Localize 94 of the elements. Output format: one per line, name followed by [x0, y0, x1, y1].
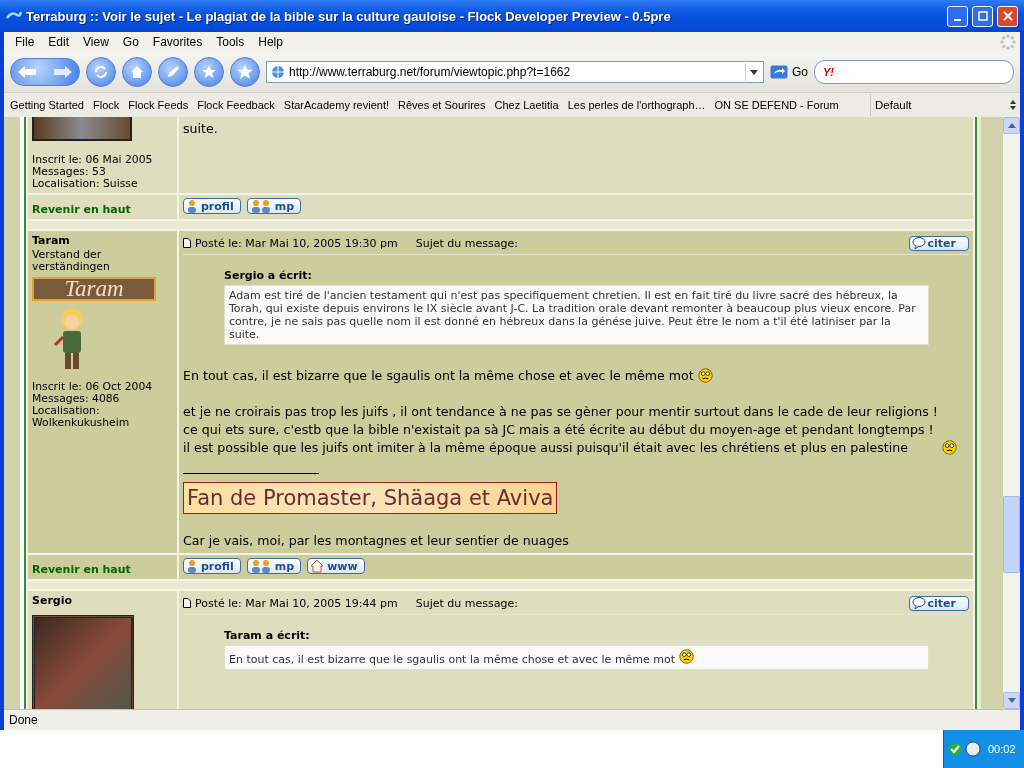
user-info: Localisation: Suisse — [32, 178, 139, 190]
maximize-icon — [977, 11, 988, 21]
bookmark-link[interactable]: Flock — [93, 99, 120, 111]
user-info: Inscrit le: 06 Mai 2005 — [32, 154, 154, 166]
menu-item[interactable]: Edit — [41, 35, 77, 49]
bookmark-link[interactable]: Les perles de l'orthograph… — [567, 99, 706, 111]
bookmark-link[interactable]: Rêves et Sourires — [398, 99, 486, 111]
pen-icon — [165, 64, 181, 80]
author-name: Taram — [32, 234, 71, 247]
star-icon — [236, 63, 254, 81]
quote-text: En tout cas, il est bizarre que le sgaulis ont la même chose et avec le même mot — [229, 653, 676, 666]
minimize-icon — [954, 19, 961, 21]
bookmark-link[interactable]: Chez Laetitia — [494, 99, 559, 111]
quote-author: Taram a écrit: — [224, 629, 311, 642]
message-button[interactable]: mp — [246, 558, 302, 574]
home-icon — [129, 64, 145, 80]
people-icon — [249, 199, 272, 213]
spinner-arrows-icon — [1010, 100, 1016, 110]
home-button[interactable] — [122, 57, 152, 87]
profile-button[interactable]: profil — [183, 558, 241, 574]
menu-item[interactable]: Help — [251, 35, 290, 49]
subject-label: Sujet du message: — [415, 236, 518, 250]
user-info: Localisation: Wolkenkukusheim — [32, 405, 131, 429]
collection-selector[interactable]: Default — [870, 94, 1020, 116]
house-icon — [310, 559, 325, 573]
quote-author: Sergio a écrit: — [224, 269, 313, 282]
close-button[interactable] — [997, 5, 1018, 27]
bookmark-link[interactable]: Getting Started — [10, 99, 84, 111]
up-arrow-icon — [1007, 123, 1016, 128]
quote-button[interactable]: citer — [908, 595, 969, 611]
user-rank: Verstand der verständingen — [32, 249, 111, 273]
tray-icon[interactable] — [965, 741, 981, 757]
scroll-up-button[interactable] — [1003, 117, 1020, 134]
person-icon — [186, 199, 198, 213]
close-icon — [1002, 11, 1013, 21]
forward-arrow-icon — [53, 65, 73, 79]
post-icon — [183, 598, 191, 608]
clock: 00:02 — [988, 743, 1016, 755]
back-forward-button[interactable] — [10, 58, 80, 86]
window-title: Terraburg :: Voir le sujet - Le plagiat de la bible sur la culture gauloise - Flock Developer Preview - 0.5pre — [26, 8, 672, 24]
quote-text: Adam est tiré de l'ancien testament qui n'est pas specifiquement chretien. Il est en fait tiré du livre sacré des hébreux, la Torah, qui existe depuis environs le IX siècle avant J-C. La tradition orale devant remonter à beaucoup plus vieux encore. Par contre, je ne sais pas quelle nom il est donné en hébreux dans la génése juive. Peut être le nom a t'il été latiniser par la suite. — [229, 289, 917, 341]
scroll-down-button[interactable] — [1003, 692, 1020, 709]
post-text: En tout cas, il est bizarre que le sgaulis ont la même chose et avec le même mot — [183, 367, 694, 385]
message-button[interactable]: mp — [246, 198, 302, 214]
speech-bubble-icon — [911, 237, 926, 249]
quote-button[interactable]: citer — [908, 235, 969, 251]
post-icon — [183, 238, 191, 248]
user-info: Messages: 53 — [32, 166, 107, 178]
signature-banner: Fan de Promaster, Shäaga et Aviva — [183, 482, 558, 514]
bookmark-link[interactable]: Flock Feedback — [197, 99, 275, 111]
website-button[interactable]: www — [307, 558, 365, 574]
star-icon — [201, 64, 217, 80]
user-info: Inscrit le: 06 Oct 2004 — [32, 381, 154, 393]
user-info: Messages: 4086 — [32, 393, 121, 405]
go-button[interactable]: Go — [770, 65, 808, 79]
post-text: et je ne croirais pas trop les juifs , il ont tendance à ne pas se gèner pour mentir surtout dans le cade de leur religions ! ce qui ets sure, c'estb que la bible n'existait pa sà JC mais a été écrite au début du moyen-age et pendant longtemps ! il est possible que les juifs ont imiter à la même époque aussi puisqu'il était avec les chrétiens et plus en palestine — [183, 403, 938, 457]
menu-item[interactable]: Tools — [209, 35, 252, 49]
check-icon[interactable] — [948, 742, 962, 756]
search-engine-label[interactable]: Y! — [823, 66, 834, 78]
subject-label: Sujet du message: — [415, 596, 518, 610]
menu-item[interactable]: View — [76, 35, 116, 49]
bookmark-link[interactable]: Flock Feeds — [128, 99, 189, 111]
back-arrow-icon — [17, 65, 37, 79]
bookmark-link[interactable]: StarAcademy revient! — [283, 99, 389, 111]
reload-icon — [93, 64, 109, 80]
person-icon — [186, 559, 198, 573]
post-text: suite. — [183, 120, 218, 138]
status-text: Done — [9, 713, 38, 727]
globe-icon — [271, 65, 285, 79]
post-date: Posté le: Mar Mai 10, 2005 19:30 pm — [195, 236, 398, 250]
people-icon — [249, 559, 272, 573]
activity-spinner-icon — [1000, 34, 1016, 50]
profile-button[interactable]: profil — [183, 198, 241, 214]
minimize-button[interactable] — [947, 5, 968, 27]
menu-item[interactable]: Favorites — [145, 35, 210, 49]
favorites-button[interactable] — [194, 57, 224, 87]
scrollbar[interactable] — [1003, 117, 1020, 709]
caret-icon — [750, 69, 759, 75]
post-date: Posté le: Mar Mai 10, 2005 19:44 pm — [195, 596, 398, 610]
menu-item[interactable]: Go — [115, 35, 146, 49]
reload-button[interactable] — [86, 57, 116, 87]
speech-bubble-icon — [911, 597, 926, 609]
signature-text: Car je vais, moi, par les montagnes et leur sentier de nuages — [183, 532, 570, 550]
blog-button[interactable] — [158, 57, 188, 87]
maximize-button[interactable] — [972, 5, 993, 27]
down-arrow-icon — [1007, 698, 1016, 703]
star-button[interactable] — [230, 57, 260, 87]
author-name: Sergio — [32, 594, 73, 607]
menu-item[interactable]: File — [8, 35, 42, 49]
bookmark-link[interactable]: ON SE DEFEND - Forum — [714, 99, 839, 111]
address-bar[interactable]: http://www.terraburg.net/forum/viewtopic.php?t=1662 — [266, 61, 764, 83]
rank-banner: Taram — [32, 277, 156, 301]
search-field[interactable]: Y! — [814, 60, 1014, 84]
scrollbar-thumb[interactable] — [1003, 496, 1020, 573]
